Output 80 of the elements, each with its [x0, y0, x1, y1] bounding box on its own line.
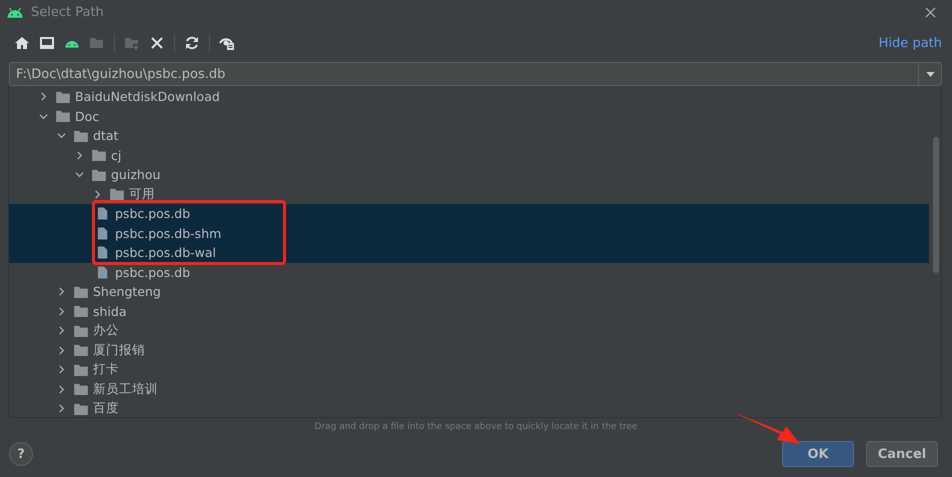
tree-label: guizhou	[111, 167, 160, 182]
folder-icon	[74, 324, 88, 337]
home-icon[interactable]	[14, 35, 30, 51]
folder-icon	[74, 305, 88, 318]
chevron-icon[interactable]	[39, 112, 48, 121]
hide-path-link[interactable]: Hide path	[878, 36, 942, 50]
tree-label: 厦门报销	[93, 342, 145, 359]
chevron-icon[interactable]	[57, 326, 66, 336]
tree-row[interactable]: psbc.pos.db-shm	[9, 224, 929, 243]
ok-button[interactable]: OK	[782, 441, 854, 467]
tree-row[interactable]: dtat	[9, 126, 929, 146]
tree-label: cj	[111, 148, 122, 163]
tree-row[interactable]: psbc.pos.db	[9, 262, 929, 282]
tree-label: 可用	[129, 186, 155, 203]
delete-icon[interactable]	[149, 35, 165, 51]
tree-label: psbc.pos.db	[115, 264, 190, 280]
tree-row[interactable]: 厦门报销	[9, 340, 929, 360]
caret-icon	[926, 72, 934, 76]
tree-row[interactable]: Doc	[9, 106, 929, 126]
chevron-icon[interactable]	[57, 365, 66, 374]
tree-label: 百度	[93, 400, 119, 417]
tree-label: dtat	[93, 128, 118, 144]
cancel-button[interactable]: Cancel	[866, 441, 938, 467]
tree-label: 办公	[93, 322, 119, 340]
folder-icon	[92, 149, 106, 162]
unknown-file-icon	[97, 226, 109, 241]
window-title: Select Path	[31, 4, 104, 20]
tree-row[interactable]: 可用	[9, 184, 929, 204]
tree-row[interactable]: 新员工培训	[9, 380, 929, 399]
annotation-arrow	[730, 410, 800, 446]
tree-row[interactable]: guizhou	[9, 165, 929, 184]
folder-icon	[56, 110, 70, 122]
chevron-icon[interactable]	[75, 170, 84, 180]
tree-label: shida	[93, 304, 127, 319]
unknown-file-icon	[97, 206, 109, 222]
close-icon[interactable]	[925, 6, 936, 18]
tree-label: Shengteng	[93, 284, 161, 300]
folder-icon	[74, 286, 88, 298]
unknown-file-icon	[97, 264, 109, 280]
tree-label: 打卡	[93, 361, 119, 378]
scrollbar-thumb[interactable]	[933, 137, 939, 273]
tree-label: BaiduNetdiskDownload	[75, 89, 220, 104]
folder-icon	[74, 344, 88, 356]
chevron-icon[interactable]	[93, 190, 102, 199]
tree-row[interactable]: cj	[9, 146, 929, 165]
tree-label: Doc	[75, 108, 100, 124]
monitor-icon[interactable]	[39, 35, 55, 51]
folder-icon	[74, 130, 88, 142]
tree-row[interactable]: psbc.pos.db	[9, 204, 929, 224]
chevron-icon[interactable]	[57, 346, 66, 355]
folder-icon	[92, 168, 106, 181]
help-button[interactable]: ?	[9, 442, 33, 466]
path-field[interactable]: F:\Doc\dtat\guizhou\psbc.pos.db	[9, 62, 942, 86]
tree-label: psbc.pos.db	[115, 206, 190, 222]
chevron-icon[interactable]	[39, 92, 48, 102]
chevron-icon[interactable]	[57, 404, 66, 414]
folder-icon	[74, 383, 88, 396]
tree-row[interactable]: Shengteng	[9, 282, 929, 302]
folder-icon	[110, 188, 124, 200]
tree-row[interactable]: shida	[9, 302, 929, 321]
tree-label: psbc.pos.db-wal	[115, 245, 216, 260]
chevron-icon[interactable]	[57, 131, 66, 140]
folder-icon	[74, 364, 88, 376]
hint-text: Drag and drop a file into the space above to quickly locate it in the tree	[314, 422, 638, 432]
tree-row[interactable]: 百度	[9, 399, 929, 417]
chevron-icon[interactable]	[75, 150, 84, 160]
tree-row[interactable]: 打卡	[9, 360, 929, 380]
tree-row[interactable]: 办公	[9, 321, 929, 340]
tree-row[interactable]: psbc.pos.db-wal	[9, 243, 929, 262]
chevron-icon[interactable]	[57, 306, 66, 316]
folder-icon	[56, 90, 70, 103]
chevron-icon[interactable]	[57, 384, 66, 394]
tree-row[interactable]: BaiduNetdiskDownload	[9, 87, 929, 106]
android-icon	[6, 6, 24, 18]
chevron-icon[interactable]	[57, 287, 66, 296]
unknown-file-icon	[97, 245, 109, 260]
refresh-icon[interactable]	[184, 35, 200, 51]
folder-icon	[74, 402, 88, 415]
tree-label: psbc.pos.db-shm	[115, 226, 222, 241]
tree-label: 新员工培训	[93, 380, 158, 398]
